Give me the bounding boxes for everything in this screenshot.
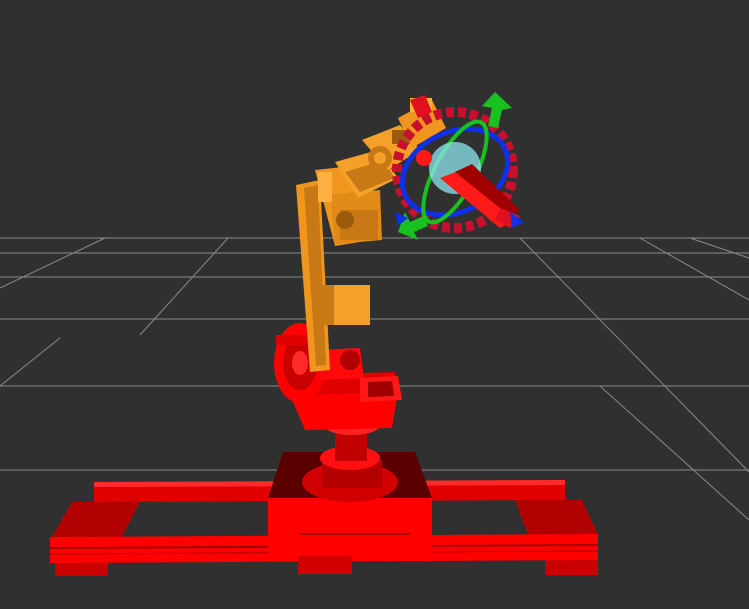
robot-arm[interactable] (296, 98, 446, 372)
3d-viewport[interactable] (0, 0, 749, 609)
rail-left-support (50, 502, 140, 540)
move-z-arrow[interactable] (510, 212, 524, 228)
rail-carriage-foot (298, 556, 352, 574)
rail-carriage-front (268, 498, 432, 556)
rail-right-support (515, 500, 598, 535)
